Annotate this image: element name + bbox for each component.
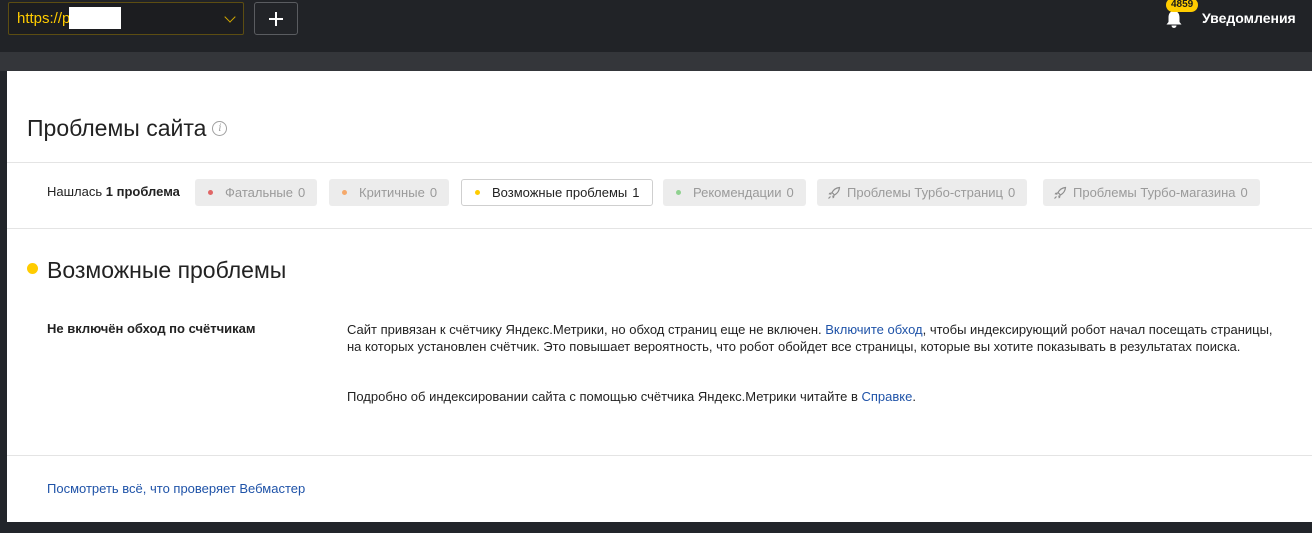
more-text: Подробно об индексировании сайта с помощ… [347,389,862,404]
redaction-mask [69,7,121,29]
section-title: Возможные проблемы [47,257,287,283]
filter-count: 0 [429,185,438,200]
info-icon[interactable]: i [212,121,228,136]
site-problems-card: Проблемы сайта i Нашлась 1 проблема Фата… [7,71,1312,522]
more-text: . [912,389,916,404]
filter-count: 0 [1240,185,1248,200]
plus-icon [269,11,283,26]
bell-icon [1166,11,1182,28]
enable-crawl-link[interactable]: Включите обход [825,322,922,337]
filter-label: Рекомендации [693,185,782,200]
notifications-button[interactable]: 4859 Уведомления [1160,0,1296,36]
header-divider-strip [0,52,1312,71]
problem-text: Сайт привязан к счётчику Яндекс.Метрики,… [347,322,826,337]
problem-name: Не включён обход по счётчикам [47,321,256,336]
summary-prefix: Нашлась [47,184,103,199]
filter-recommendations[interactable]: Рекомендации 0 [663,179,806,206]
problem-description: Сайт привязан к счётчику Яндекс.Метрики,… [347,321,1277,355]
summary-count: 1 проблема [105,184,180,199]
divider [7,228,1312,229]
possible-problems-dot-icon [27,263,38,274]
add-site-button[interactable] [254,2,298,35]
filter-label: Критичные [359,185,425,200]
filter-count: 0 [297,185,306,200]
filter-count: 1 [632,185,640,200]
divider [7,455,1312,456]
filter-label: Фатальные [225,185,293,200]
filter-turbo-pages[interactable]: Проблемы Турбо-страниц 0 [817,179,1028,206]
top-bar: https://pr s.com 4859 Уведомления [0,0,1312,52]
notification-count-badge: 4859 [1166,0,1199,12]
view-all-checks-link[interactable]: Посмотреть всё, что проверяет Вебмастер [47,481,305,496]
filter-turbo-shop[interactable]: Проблемы Турбо-магазина 0 [1043,179,1260,206]
filter-possible[interactable]: Возможные проблемы 1 [461,179,653,206]
page-title: Проблемы сайта [27,115,207,141]
chevron-down-icon [224,11,236,23]
filter-critical[interactable]: Критичные 0 [329,179,450,206]
filter-label: Проблемы Турбо-страниц [847,185,1003,200]
help-link[interactable]: Справке [862,389,913,404]
divider [7,162,1312,163]
site-selector[interactable]: https://pr s.com [8,2,244,35]
filter-fatal[interactable]: Фатальные 0 [195,179,318,206]
fatal-dot-icon [208,190,213,195]
possible-dot-icon [475,190,480,195]
rocket-icon [828,186,841,199]
critical-dot-icon [342,190,347,195]
notifications-label: Уведомления [1202,10,1296,26]
filter-label: Проблемы Турбо-магазина [1073,185,1236,200]
rocket-icon [1054,186,1067,199]
filter-count: 0 [786,185,794,200]
filter-label: Возможные проблемы [492,185,628,200]
problem-more-info: Подробно об индексировании сайта с помощ… [347,389,916,404]
problems-summary: Нашлась 1 проблема [47,184,180,199]
filter-count: 0 [1007,185,1016,200]
recommendations-dot-icon [676,190,681,195]
